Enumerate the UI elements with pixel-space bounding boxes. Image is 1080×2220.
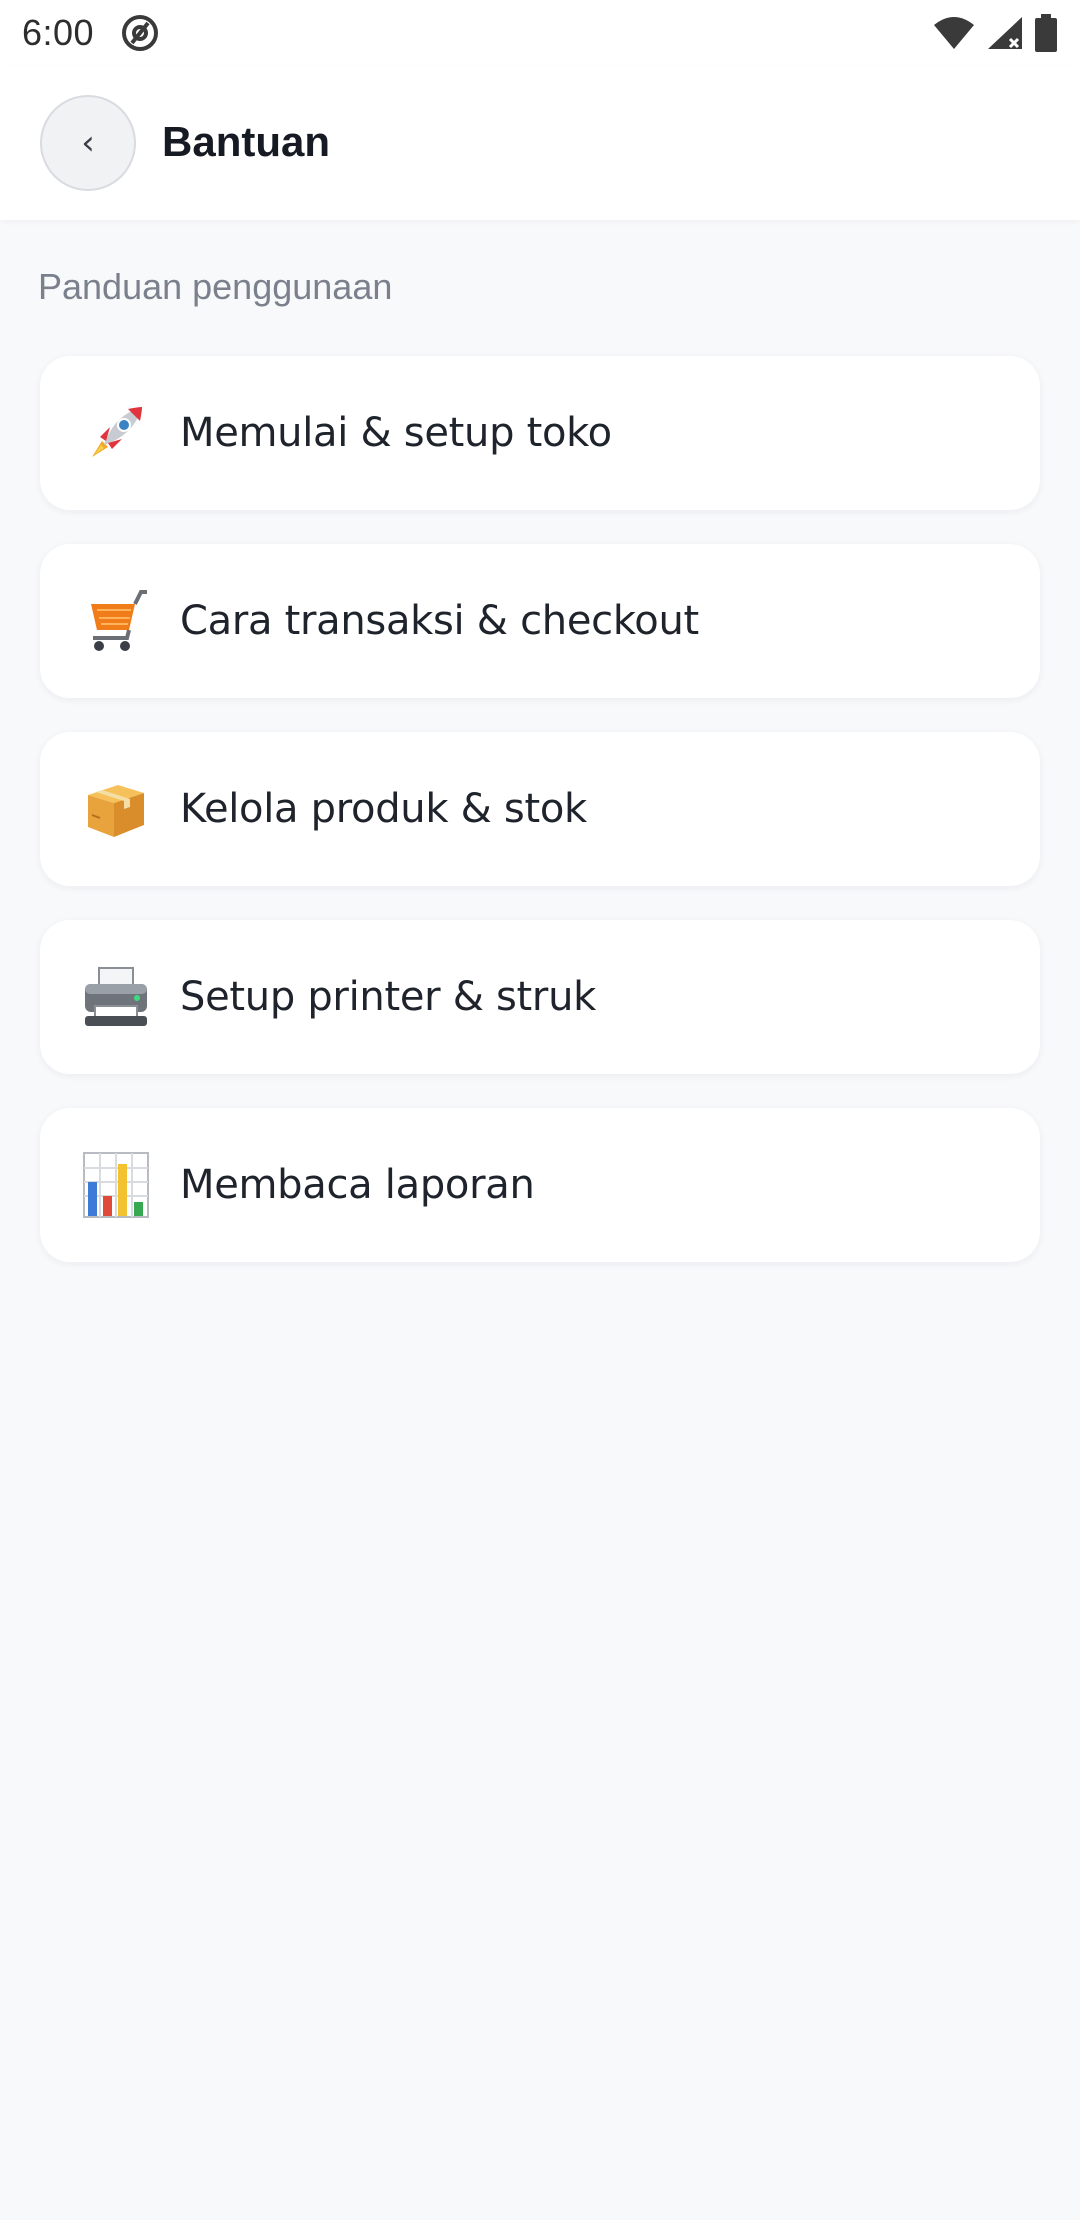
guide-label: Kelola produk & stok	[180, 786, 587, 832]
battery-icon	[1034, 14, 1058, 57]
chevron-left-icon: ‹	[81, 123, 95, 163]
guide-item-reports[interactable]: Membaca laporan	[40, 1108, 1040, 1262]
status-icons	[932, 14, 1058, 57]
guide-label: Membaca laporan	[180, 1162, 535, 1208]
guide-item-transactions[interactable]: Cara transaksi & checkout	[40, 544, 1040, 698]
guide-list: Memulai & setup toko Cara transaksi & ch…	[40, 356, 1040, 1296]
guide-item-getting-started[interactable]: Memulai & setup toko	[40, 356, 1040, 510]
section-label: Panduan penggunaan	[38, 266, 393, 307]
wifi-icon	[932, 15, 976, 56]
status-time: 6:00	[22, 12, 95, 53]
status-bar: 6:00	[0, 0, 1080, 66]
guide-item-printer[interactable]: Setup printer & struk	[40, 920, 1040, 1074]
guide-item-products[interactable]: Kelola produk & stok	[40, 732, 1040, 886]
guide-label: Cara transaksi & checkout	[180, 598, 699, 644]
guide-label: Memulai & setup toko	[180, 410, 612, 456]
app-bar: ‹ Bantuan	[0, 66, 1080, 220]
at-sign-icon	[120, 13, 160, 53]
rocket-icon	[82, 399, 150, 467]
printer-icon	[82, 963, 150, 1031]
package-icon	[82, 775, 150, 843]
cellular-signal-icon	[986, 15, 1024, 56]
page-title: Bantuan	[162, 118, 330, 165]
shopping-cart-icon	[82, 587, 150, 655]
help-screen: 6:00 ‹ Bantuan Panduan penggunaan Memula…	[0, 0, 1080, 2220]
bar-chart-icon	[82, 1151, 150, 1219]
guide-label: Setup printer & struk	[180, 974, 596, 1020]
back-button[interactable]: ‹	[40, 95, 136, 191]
